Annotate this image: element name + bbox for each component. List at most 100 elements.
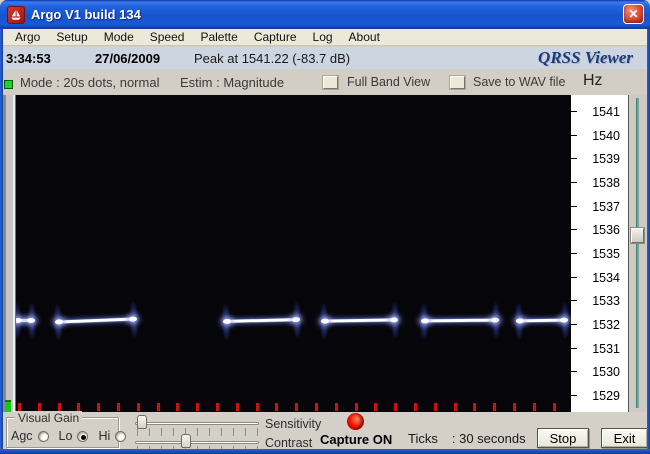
window-border-left bbox=[0, 28, 3, 454]
radio-lo[interactable] bbox=[77, 431, 88, 442]
segment-end-dot bbox=[27, 318, 35, 323]
time-tick bbox=[256, 403, 259, 411]
window-border-bottom bbox=[0, 449, 650, 454]
title-bar[interactable]: Argo V1 build 134 ✕ bbox=[0, 0, 650, 29]
time-tick bbox=[355, 403, 358, 411]
close-icon[interactable]: ✕ bbox=[623, 4, 644, 24]
sensitivity-slider-track[interactable] bbox=[135, 422, 259, 425]
menu-bar: ArgoSetupModeSpeedPaletteCaptureLogAbout bbox=[3, 29, 647, 46]
freq-axis-label: 1531 bbox=[580, 342, 620, 356]
menu-item-about[interactable]: About bbox=[341, 29, 388, 45]
freq-axis-label: 1537 bbox=[580, 200, 620, 214]
time-tick bbox=[77, 403, 80, 411]
visual-gain-options: Agc Lo Hi bbox=[11, 429, 132, 443]
radio-label-lo: Lo bbox=[59, 429, 73, 443]
frequency-slider-thumb[interactable] bbox=[631, 228, 644, 243]
waterfall-canvas bbox=[16, 95, 571, 412]
left-margin-strip bbox=[3, 95, 16, 412]
freq-axis-tick bbox=[571, 182, 577, 183]
control-bar: Visual Gain AgcLoHi Sensitivity Contrast… bbox=[3, 412, 647, 449]
menu-item-setup[interactable]: Setup bbox=[48, 29, 95, 45]
time-tick bbox=[493, 403, 496, 411]
time-tick bbox=[38, 403, 41, 411]
freq-axis-label: 1538 bbox=[580, 176, 620, 190]
waterfall-area: 1541 1540 1539 1538 1537 1536 1535 1534 1533 1532… bbox=[3, 95, 647, 412]
freq-axis-label: 1534 bbox=[580, 271, 620, 285]
time-tick bbox=[295, 403, 298, 411]
clock-time: 3:34:53 bbox=[6, 51, 51, 66]
mode-readout: Mode : 20s dots, normal bbox=[20, 75, 159, 90]
mode-bar: Mode : 20s dots, normal Estim : Magnitud… bbox=[3, 69, 647, 95]
freq-axis-tick bbox=[571, 277, 577, 278]
time-tick bbox=[533, 403, 536, 411]
ticks-readout: Ticks : 30 seconds bbox=[408, 431, 526, 446]
time-tick bbox=[117, 403, 120, 411]
menu-item-speed[interactable]: Speed bbox=[142, 29, 193, 45]
freq-axis-label: 1541 bbox=[580, 105, 620, 119]
radio-label-hi: Hi bbox=[98, 429, 110, 443]
status-bar: 3:34:53 27/06/2009 Peak at 1541.22 (-83.… bbox=[3, 47, 647, 69]
freq-axis-label: 1532 bbox=[580, 318, 620, 332]
freq-axis-tick bbox=[571, 135, 577, 136]
time-tick bbox=[513, 403, 516, 411]
segment-end-dot bbox=[491, 318, 499, 323]
sailboat-app-icon bbox=[7, 6, 25, 24]
menu-item-argo[interactable]: Argo bbox=[7, 29, 48, 45]
menu-item-log[interactable]: Log bbox=[305, 29, 341, 45]
date-display: 27/06/2009 bbox=[95, 51, 160, 66]
signal-segment bbox=[323, 318, 396, 322]
radio-hi[interactable] bbox=[115, 431, 126, 442]
freq-axis-label: 1536 bbox=[580, 223, 620, 237]
time-tick bbox=[553, 403, 556, 411]
signal-segment bbox=[16, 319, 33, 322]
freq-axis-tick bbox=[571, 253, 577, 254]
signal-segment bbox=[518, 319, 566, 323]
signal-level-indicator bbox=[4, 80, 13, 89]
freq-axis-tick bbox=[571, 348, 577, 349]
time-tick bbox=[414, 403, 417, 411]
time-tick bbox=[18, 403, 21, 411]
time-tick bbox=[97, 403, 100, 411]
peak-readout: Peak at 1541.22 (-83.7 dB) bbox=[194, 51, 350, 66]
time-tick bbox=[275, 403, 278, 411]
freq-axis-tick bbox=[571, 158, 577, 159]
time-tick bbox=[335, 403, 338, 411]
stop-button[interactable]: Stop bbox=[537, 428, 589, 448]
signal-segment bbox=[225, 318, 298, 323]
radio-agc[interactable] bbox=[38, 431, 49, 442]
save-to-wav-checkbox[interactable] bbox=[450, 76, 465, 89]
freq-axis-tick bbox=[571, 229, 577, 230]
menu-item-capture[interactable]: Capture bbox=[246, 29, 305, 45]
signal-segment bbox=[423, 319, 497, 323]
frequency-slider-track[interactable] bbox=[636, 98, 639, 408]
freq-axis-label: 1530 bbox=[580, 365, 620, 379]
visual-gain-groupbox: Visual Gain AgcLoHi bbox=[6, 417, 119, 448]
window-title: Argo V1 build 134 bbox=[31, 7, 141, 22]
sensitivity-slider-thumb[interactable] bbox=[137, 415, 147, 429]
contrast-slider-thumb[interactable] bbox=[181, 434, 191, 448]
freq-axis-label: 1535 bbox=[580, 247, 620, 261]
time-tick bbox=[137, 403, 140, 411]
menu-item-palette[interactable]: Palette bbox=[192, 29, 245, 45]
sensitivity-label: Sensitivity bbox=[265, 417, 321, 431]
full-band-view-checkbox[interactable] bbox=[323, 76, 338, 89]
freq-axis-label: 1533 bbox=[580, 294, 620, 308]
time-tick bbox=[315, 403, 318, 411]
time-tick bbox=[176, 403, 179, 411]
radio-label-agc: Agc bbox=[11, 429, 33, 443]
capture-status-label: Capture ON bbox=[320, 432, 392, 447]
qrss-viewer-logo: QRSS Viewer bbox=[538, 48, 633, 68]
full-band-view-label: Full Band View bbox=[347, 75, 430, 89]
time-tick bbox=[157, 403, 160, 411]
time-tick bbox=[434, 403, 437, 411]
exit-button[interactable]: Exit bbox=[601, 428, 648, 448]
freq-axis-label: 1540 bbox=[580, 129, 620, 143]
freq-axis-tick bbox=[571, 300, 577, 301]
contrast-slider-track[interactable] bbox=[135, 441, 259, 444]
menu-item-mode[interactable]: Mode bbox=[96, 29, 142, 45]
time-tick bbox=[454, 403, 457, 411]
freq-axis-label: 1539 bbox=[580, 152, 620, 166]
time-tick bbox=[58, 403, 61, 411]
freq-axis-tick bbox=[571, 395, 577, 396]
segment-end-dot bbox=[421, 318, 429, 323]
